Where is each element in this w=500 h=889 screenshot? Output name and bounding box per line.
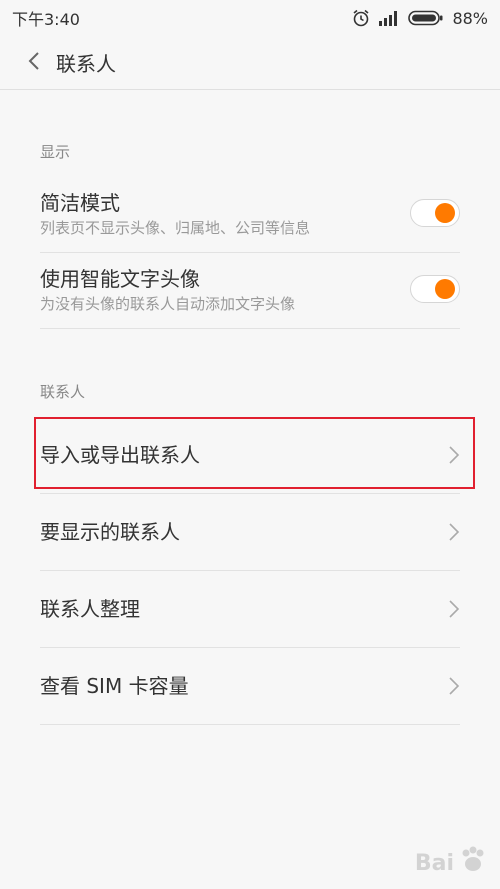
page-title: 联系人 xyxy=(56,52,116,76)
setting-row-smart-avatar[interactable]: 使用智能文字头像 为没有头像的联系人自动添加文字头像 xyxy=(40,253,460,329)
setting-row-simple-mode[interactable]: 简洁模式 列表页不显示头像、归属地、公司等信息 xyxy=(40,177,460,253)
setting-title: 使用智能文字头像 xyxy=(40,267,200,291)
setting-subtitle: 列表页不显示头像、归属地、公司等信息 xyxy=(40,219,311,237)
battery-icon xyxy=(408,10,444,26)
alarm-icon xyxy=(352,9,370,27)
chevron-right-icon xyxy=(448,599,460,623)
title-bar: 联系人 xyxy=(0,36,500,90)
menu-item-import-export[interactable]: 导入或导出联系人 xyxy=(40,417,460,494)
chevron-right-icon xyxy=(448,676,460,700)
paw-logo-icon xyxy=(458,845,488,881)
menu-item-label: 要显示的联系人 xyxy=(40,520,180,544)
setting-title: 简洁模式 xyxy=(40,191,120,215)
chevron-right-icon xyxy=(448,522,460,546)
chevron-right-icon xyxy=(448,445,460,469)
status-icons: 88% xyxy=(352,9,488,28)
menu-item-contacts-to-display[interactable]: 要显示的联系人 xyxy=(40,494,460,571)
back-button[interactable] xyxy=(14,36,54,90)
section-header-display: 显示 xyxy=(40,143,71,161)
status-bar: 下午3:40 88% xyxy=(0,0,500,36)
chevron-left-icon xyxy=(27,50,41,76)
toggle-knob xyxy=(435,203,455,223)
simple-mode-toggle[interactable] xyxy=(410,199,460,227)
status-time: 下午3:40 xyxy=(12,10,80,29)
menu-item-sim-capacity[interactable]: 查看 SIM 卡容量 xyxy=(40,648,460,725)
section-header-contacts: 联系人 xyxy=(40,383,86,401)
menu-item-label: 查看 SIM 卡容量 xyxy=(40,674,189,698)
watermark-text: Bai xyxy=(414,850,454,876)
setting-subtitle: 为没有头像的联系人自动添加文字头像 xyxy=(40,295,296,313)
smart-avatar-toggle[interactable] xyxy=(410,275,460,303)
toggle-knob xyxy=(435,279,455,299)
signal-icon xyxy=(378,10,400,26)
menu-item-label: 导入或导出联系人 xyxy=(40,443,200,467)
menu-item-label: 联系人整理 xyxy=(40,597,140,621)
watermark: Bai xyxy=(415,845,488,881)
battery-percent: 88% xyxy=(452,8,488,28)
menu-item-organize-contacts[interactable]: 联系人整理 xyxy=(40,571,460,648)
